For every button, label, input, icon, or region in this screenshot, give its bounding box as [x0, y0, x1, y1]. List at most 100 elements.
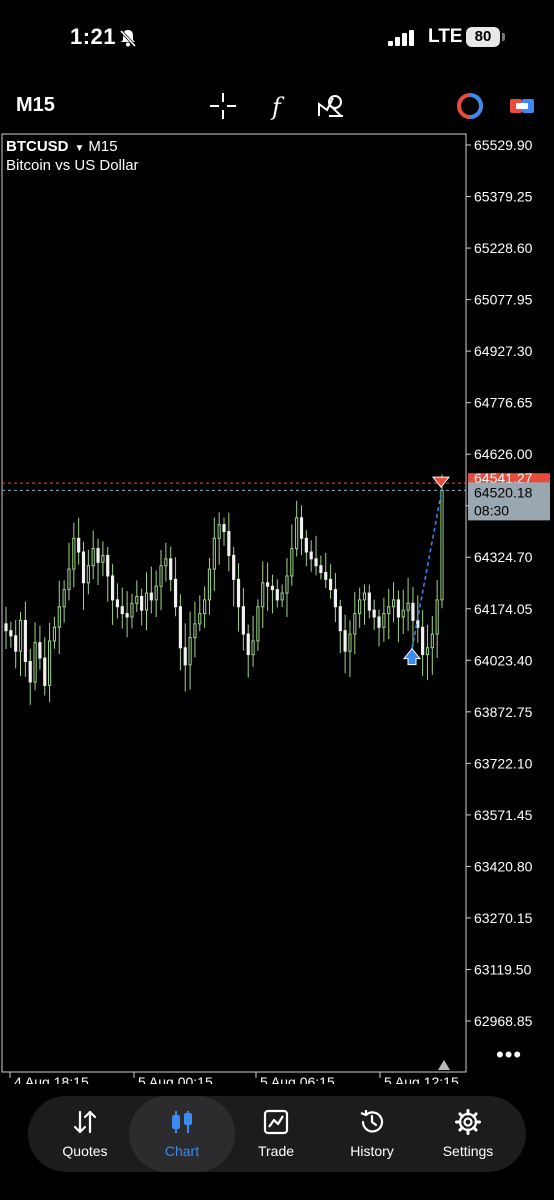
candle-body — [149, 592, 153, 601]
candle-body — [140, 595, 144, 611]
candle-body — [91, 548, 95, 567]
candle-body — [81, 551, 86, 584]
candle-body — [164, 558, 168, 567]
more-options-icon[interactable]: ••• — [496, 1042, 522, 1068]
indicators-icon[interactable]: f — [262, 90, 294, 122]
candle-body — [18, 619, 23, 652]
candle-body — [125, 613, 129, 618]
candle-body — [299, 517, 304, 539]
candle-body — [57, 606, 61, 628]
candle-body — [130, 602, 134, 618]
candle-body — [285, 575, 289, 594]
candle-body — [425, 647, 430, 656]
price-label: 63270.15 — [474, 910, 533, 926]
drawing-objects-icon[interactable] — [315, 90, 347, 122]
candle-body — [115, 599, 120, 608]
candle-body — [96, 548, 100, 563]
candle-body — [367, 592, 371, 611]
price-label: 64927.30 — [474, 343, 533, 359]
price-label: 64626.00 — [474, 446, 533, 462]
candle-body — [198, 613, 202, 625]
candle-body — [406, 602, 410, 611]
candle-body — [421, 626, 425, 656]
price-label: 63872.75 — [474, 704, 533, 720]
candle-body — [43, 657, 47, 686]
nav-history[interactable]: History — [324, 1096, 420, 1172]
status-time: 1:21 — [70, 24, 117, 49]
bid-price-label: 64520.18 — [474, 484, 533, 500]
candle-body — [173, 578, 178, 608]
candle-body — [372, 609, 376, 618]
symbol-description: Bitcoin vs US Dollar — [6, 157, 139, 174]
history-icon — [360, 1110, 384, 1133]
price-label: 64023.40 — [474, 652, 533, 668]
candle-body — [52, 626, 57, 642]
price-label: 63119.50 — [474, 961, 532, 977]
candle-body — [212, 537, 216, 570]
candle-body — [343, 630, 347, 652]
signal-icon — [388, 30, 414, 46]
candle-body — [387, 606, 391, 615]
battery-icon: 80 — [466, 27, 500, 47]
nav-trade-label: Trade — [257, 1143, 295, 1159]
bell-slash-icon — [119, 29, 137, 48]
symbol-timeframe: M15 — [88, 138, 118, 155]
candle-body — [62, 589, 66, 608]
candle-body — [14, 635, 18, 652]
price-label: 65077.95 — [474, 292, 533, 308]
candle-body — [290, 548, 294, 577]
time-label: 4 Aug 18:15 — [14, 1074, 89, 1084]
candle-body — [106, 554, 110, 577]
svg-text:f: f — [270, 93, 285, 121]
candle-body — [144, 592, 149, 611]
trading-mode-icon[interactable] — [454, 90, 486, 122]
candle-body — [38, 642, 42, 659]
candle-body — [232, 554, 236, 580]
candle-body — [72, 537, 76, 570]
chart-shift-icon[interactable] — [438, 1060, 450, 1070]
candle-body — [188, 637, 192, 666]
buy-arrow-icon[interactable] — [402, 647, 422, 666]
sort-arrows-icon — [73, 1110, 97, 1134]
price-label: 63722.10 — [474, 755, 533, 771]
nav-trade[interactable]: Trade — [228, 1096, 324, 1172]
price-chart[interactable]: 65529.90 65379.25 65228.60 65077.95 64927.30… — [0, 132, 554, 1084]
symbol-name: BTCUSD — [6, 138, 69, 155]
candle-body — [241, 606, 245, 635]
candle-body — [9, 630, 13, 637]
price-label: 64776.65 — [474, 395, 533, 411]
price-label: 65529.90 — [474, 137, 533, 153]
candle-body — [154, 585, 158, 601]
candle-body — [183, 647, 187, 666]
candle-body — [217, 524, 221, 539]
candle-body — [159, 565, 163, 587]
nav-quotes[interactable]: Quotes — [37, 1096, 133, 1172]
candle-body — [295, 517, 299, 550]
candle-body — [401, 609, 405, 618]
nav-settings-label: Settings — [442, 1143, 494, 1159]
sell-arrow-icon[interactable] — [431, 476, 451, 488]
candle-body — [280, 592, 284, 601]
gear-icon — [455, 1109, 481, 1135]
candle-body — [314, 558, 318, 567]
timeframe-button[interactable]: M15 — [16, 94, 55, 117]
candle-body — [33, 642, 37, 683]
candle-body — [333, 589, 338, 608]
candle-body — [324, 572, 328, 580]
candle-body — [48, 640, 52, 686]
symbol-dropdown-icon: ▼ — [74, 143, 85, 154]
price-label: 63420.80 — [474, 858, 533, 874]
nav-chart[interactable]: Chart — [129, 1096, 235, 1172]
candle-body — [227, 530, 231, 556]
time-label: 5 Aug 06:15 — [260, 1074, 335, 1084]
price-label: 65228.60 — [474, 240, 533, 256]
symbol-label[interactable]: BTCUSD ▼ M15 — [6, 138, 118, 155]
time-label: 5 Aug 00:15 — [138, 1074, 213, 1084]
candle-body — [328, 578, 333, 591]
nav-history-label: History — [350, 1143, 394, 1159]
one-click-trading-icon[interactable] — [506, 90, 538, 122]
nav-settings[interactable]: Settings — [420, 1096, 516, 1172]
chart-area[interactable]: 65529.90 65379.25 65228.60 65077.95 64927.30… — [0, 132, 554, 1084]
candle-body — [416, 619, 420, 628]
crosshair-icon[interactable] — [207, 90, 239, 122]
